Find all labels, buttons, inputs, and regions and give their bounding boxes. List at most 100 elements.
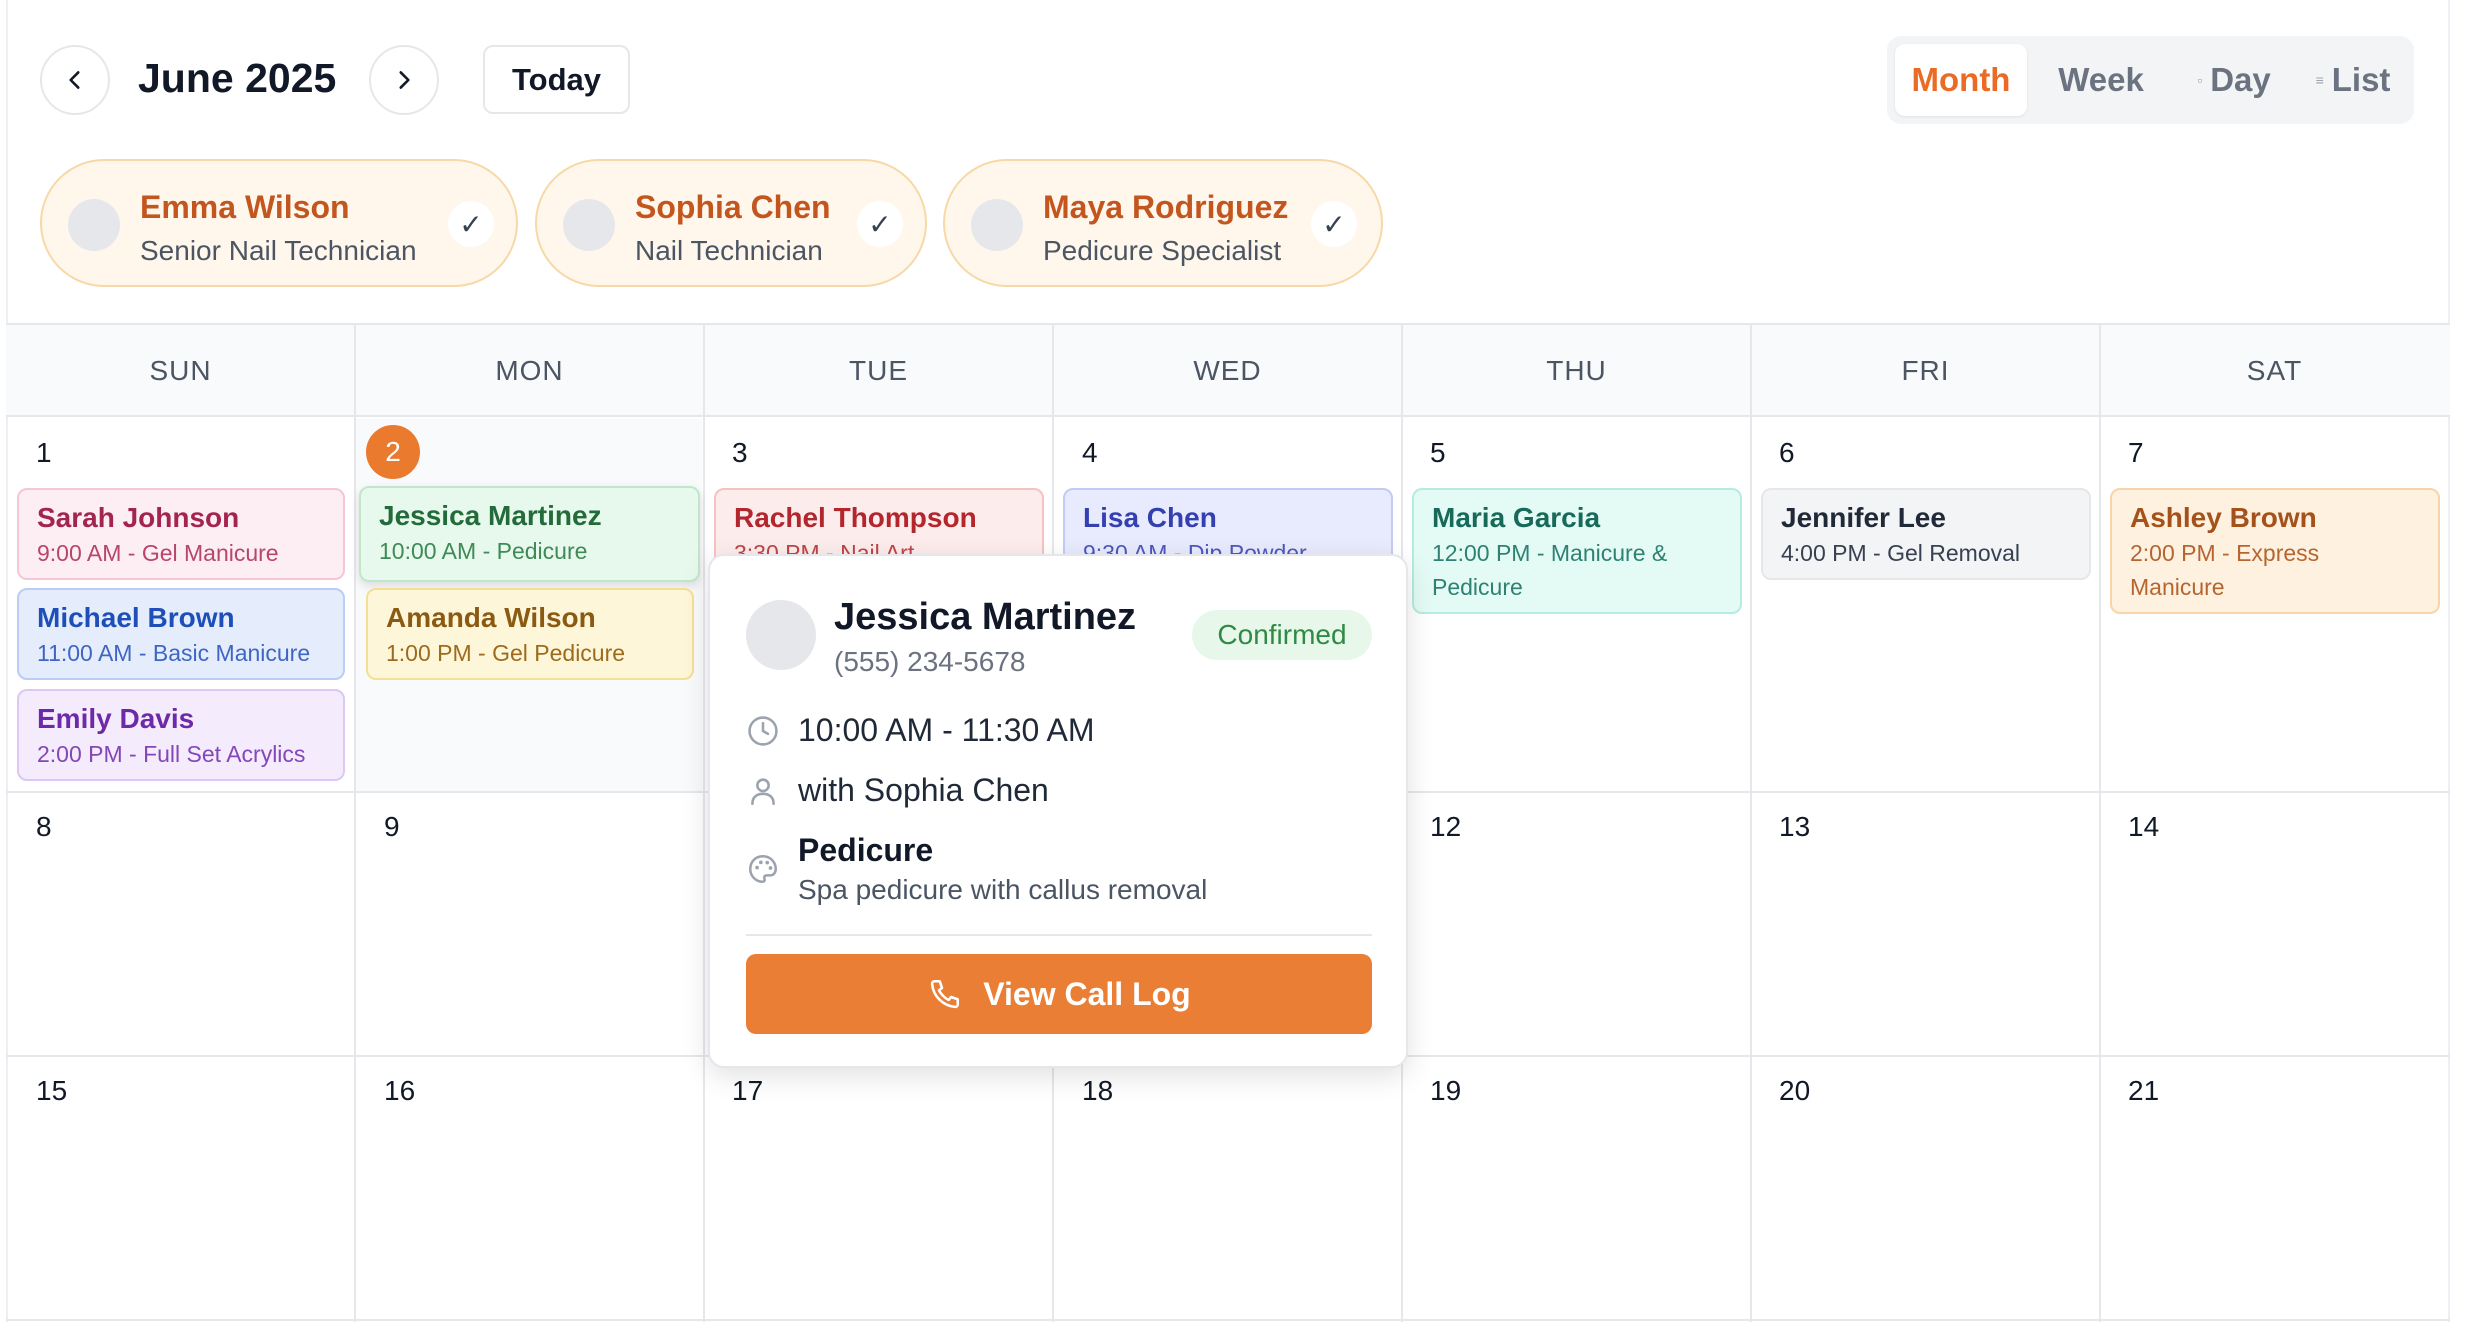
appointment-client: Maria Garcia <box>1432 502 1601 533</box>
day-cell-number[interactable]: 9 <box>384 811 400 843</box>
check-icon: ✓ <box>1311 201 1357 247</box>
appointment-client: Jennifer Lee <box>1781 502 1946 533</box>
appointment-time: 1:00 PM - Gel Pedicure <box>386 640 626 666</box>
staff-name: Emma Wilson <box>140 189 350 225</box>
day-cell-number[interactable]: 18 <box>1082 1075 1113 1107</box>
day-cell-number[interactable]: 20 <box>1779 1075 1810 1107</box>
check-icon: ✓ <box>857 201 903 247</box>
appointment-time: 2:00 PM - Full Set Acrylics <box>37 741 306 767</box>
appointment-card[interactable]: Amanda Wilson 1:00 PM - Gel Pedicure <box>366 588 694 680</box>
staff-name: Maya Rodriguez <box>1043 189 1289 225</box>
calendar-page: June 2025 Today Month Week ▫ Day ≡ List … <box>0 0 2468 1322</box>
day-cell-number[interactable]: 7 <box>2128 437 2144 469</box>
appointment-client: Ashley Brown <box>2130 502 2317 533</box>
page-title: June 2025 <box>138 55 337 101</box>
appointment-client: Emily Davis <box>37 703 195 734</box>
clock-icon <box>746 714 780 748</box>
view-week-label: Week <box>2058 61 2144 98</box>
column-divider <box>703 325 705 1322</box>
day-cell-number[interactable]: 15 <box>36 1075 67 1107</box>
appointment-client: Jessica Martinez <box>379 500 602 531</box>
appointment-client: Michael Brown <box>37 602 235 633</box>
phone-icon <box>931 979 960 1009</box>
view-day-label: Day <box>2210 61 2271 98</box>
column-divider <box>2099 325 2101 1322</box>
popover-client-phone: (555) 234-5678 <box>834 646 1026 677</box>
popover-service-description: Spa pedicure with callus removal <box>798 874 1208 905</box>
view-week-tab[interactable]: Week <box>2035 44 2167 116</box>
weekday-tue: TUE <box>849 355 908 386</box>
chevron-left-icon <box>69 71 80 89</box>
day-cell-number[interactable]: 6 <box>1779 437 1795 469</box>
prev-month-button[interactable] <box>40 45 110 115</box>
status-badge: Confirmed <box>1192 610 1372 660</box>
weekday-mon: MON <box>495 355 564 386</box>
view-month-tab[interactable]: Month <box>1895 44 2027 116</box>
appointment-time: 12:00 PM - Manicure & Pedicure <box>1432 540 1668 600</box>
appointment-card[interactable]: Maria Garcia 12:00 PM - Manicure & Pedic… <box>1412 488 1742 614</box>
view-list-label: List <box>2331 61 2391 98</box>
day-cell-number[interactable]: 16 <box>384 1075 415 1107</box>
staff-name: Sophia Chen <box>635 189 831 225</box>
view-list-tab[interactable]: ≡ List <box>2297 44 2409 116</box>
appointment-client: Lisa Chen <box>1083 502 1217 533</box>
calendar-day-icon: ▫ <box>2197 72 2203 88</box>
staff-role: Senior Nail Technician <box>140 235 417 266</box>
avatar <box>971 199 1023 251</box>
day-cell-number[interactable]: 1 <box>36 437 52 469</box>
day-cell-number[interactable]: 8 <box>36 811 52 843</box>
view-day-tab[interactable]: ▫ Day <box>2175 44 2293 116</box>
user-icon <box>746 774 780 808</box>
appointment-time: 11:00 AM - Basic Manicure <box>37 640 311 666</box>
staff-chip-maya-rodriguez[interactable]: Maya Rodriguez Pedicure Specialist ✓ <box>943 159 1383 287</box>
popover-service: Pedicure <box>798 832 934 868</box>
weekday-thu: THU <box>1546 355 1607 386</box>
day-cell-number[interactable]: 14 <box>2128 811 2159 843</box>
divider <box>746 934 1372 936</box>
staff-chip-emma-wilson[interactable]: Emma Wilson Senior Nail Technician ✓ <box>40 159 518 287</box>
appointment-card-selected[interactable]: Jessica Martinez 10:00 AM - Pedicure <box>359 486 700 582</box>
appointment-client: Rachel Thompson <box>734 502 977 533</box>
popover-client-name: Jessica Martinez <box>834 596 1137 638</box>
check-icon: ✓ <box>448 201 494 247</box>
appointment-time: 4:00 PM - Gel Removal <box>1781 540 2021 566</box>
day-cell-number[interactable]: 5 <box>1430 437 1446 469</box>
staff-role: Pedicure Specialist <box>1043 235 1282 266</box>
avatar <box>563 199 615 251</box>
day-cell-number[interactable]: 12 <box>1430 811 1461 843</box>
appointment-popover: Jessica Martinez (555) 234-5678 Confirme… <box>708 554 1408 1068</box>
day-cell-number[interactable]: 17 <box>732 1075 763 1107</box>
view-call-log-button[interactable]: View Call Log <box>746 954 1372 1034</box>
next-month-button[interactable] <box>369 45 439 115</box>
appointment-card[interactable]: Sarah Johnson 9:00 AM - Gel Manicure <box>17 488 345 580</box>
day-cell-number[interactable]: 13 <box>1779 811 1810 843</box>
appointment-card[interactable]: Michael Brown 11:00 AM - Basic Manicure <box>17 588 345 680</box>
view-switcher: Month Week ▫ Day ≡ List <box>1887 36 2414 124</box>
staff-chip-sophia-chen[interactable]: Sophia Chen Nail Technician ✓ <box>535 159 927 287</box>
day-cell-number[interactable]: 4 <box>1082 437 1098 469</box>
day-cell-number[interactable]: 19 <box>1430 1075 1461 1107</box>
chevron-right-icon <box>399 71 410 89</box>
day-cell-number[interactable]: 21 <box>2128 1075 2159 1107</box>
avatar <box>68 199 120 251</box>
day-cell-number[interactable]: 3 <box>732 437 748 469</box>
weekday-sun: SUN <box>149 355 212 386</box>
popover-time: 10:00 AM - 11:30 AM <box>798 712 1095 748</box>
column-divider <box>354 325 356 1322</box>
appointment-time: 9:00 AM - Gel Manicure <box>37 540 279 566</box>
today-button[interactable]: Today <box>483 45 630 114</box>
appointment-card[interactable]: Jennifer Lee 4:00 PM - Gel Removal <box>1761 488 2091 580</box>
avatar <box>746 600 816 670</box>
row-divider <box>6 1319 2450 1321</box>
list-icon: ≡ <box>2315 72 2324 88</box>
popover-staff: with Sophia Chen <box>798 772 1049 808</box>
appointment-card[interactable]: Emily Davis 2:00 PM - Full Set Acrylics <box>17 689 345 781</box>
view-call-log-label: View Call Log <box>983 975 1191 1012</box>
appointment-card[interactable]: Ashley Brown 2:00 PM - Express Manicure <box>2110 488 2440 614</box>
today-day-number[interactable]: 2 <box>366 425 420 479</box>
appointment-client: Sarah Johnson <box>37 502 240 533</box>
palette-icon <box>746 852 780 886</box>
column-divider <box>1750 325 1752 1322</box>
appointment-client: Amanda Wilson <box>386 602 596 633</box>
weekday-header: SUN MON TUE WED THU FRI SAT <box>6 325 2450 417</box>
